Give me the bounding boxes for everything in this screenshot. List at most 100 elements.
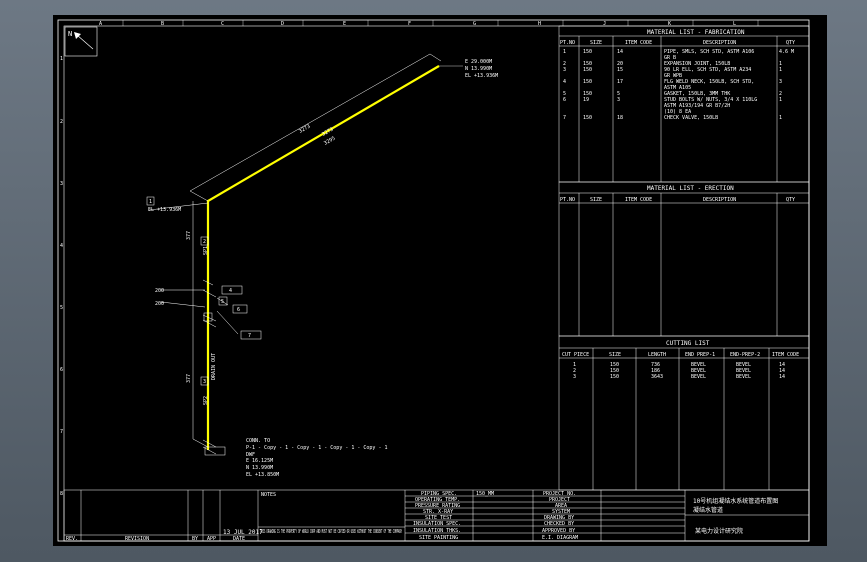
disclaimer-text: THIS DRAWING IS THE PROPERTY OF WORLD CO… [260, 529, 402, 535]
fab-cell-size: 150 [583, 115, 592, 121]
table-header: QTY [786, 197, 795, 203]
grid-label-top: G [473, 21, 476, 27]
grid-label-left: 3 [60, 181, 63, 187]
pipe-route[interactable] [148, 53, 463, 455]
fab-cell-size: 150 [583, 79, 592, 85]
table-header: ITEM CODE [772, 352, 799, 358]
continuation-note: CONN. TO [246, 438, 270, 444]
fab-cell-no: 4 [563, 79, 566, 85]
table-header: SIZE [590, 40, 602, 46]
cad-viewport[interactable]: A B C D E F G H J K L 1 2 3 4 5 6 7 8 N … [0, 0, 867, 562]
side-label: 200 [155, 288, 164, 294]
item-tags[interactable] [146, 196, 262, 456]
dimension-text: 3273 [298, 124, 311, 135]
fab-cell-qty: 1 [779, 67, 782, 73]
table-header: PT.NO [560, 40, 575, 46]
coord-bottom: EL +13.850M [246, 472, 279, 478]
dimension-text: 377 [186, 374, 192, 383]
fab-cell-no: 6 [563, 97, 566, 103]
grid-label-left: 7 [60, 429, 63, 435]
table-header: ITEM CODE [625, 197, 652, 203]
rev-header: BY [192, 536, 198, 542]
grid-label-top: E [343, 21, 346, 27]
spec-label: SITE PAINTING [419, 535, 458, 541]
coord-top: N 13.990M [465, 66, 492, 72]
spec-value: 150_MM [476, 491, 494, 497]
rev-header: APP [207, 536, 216, 542]
dimension-text: 3295 [323, 136, 336, 147]
pipe-id-label: DRAIN OUT [211, 353, 217, 380]
cutting-title: CUTTING LIST [666, 340, 710, 347]
table-header: SIZE [609, 352, 621, 358]
grid-label-top: B [161, 21, 164, 27]
coord-bottom: E 16.125M [246, 458, 273, 464]
company-name: 某电力设计研究院 [695, 527, 743, 535]
isometric-drawing[interactable]: A B C D E F G H J K L 1 2 3 4 5 6 7 8 N … [53, 15, 827, 546]
coord-left-el: EL +13.936M [148, 207, 181, 213]
spool-label: SP1 [203, 246, 209, 255]
grid-label-top: H [538, 21, 541, 27]
project-label: CHECKED BY [544, 521, 574, 527]
item-tag: 4 [229, 288, 232, 294]
table-header: DESCRIPTION [703, 40, 736, 46]
item-tag: 6 [237, 307, 240, 313]
fabrication-rows: 1 150 14 4.6 MPIPE, SMLS, SCH STD, ASTM A10… [563, 49, 794, 121]
coord-top: EL +13.936M [465, 73, 498, 79]
fab-cell-code: 18 [617, 115, 623, 121]
fab-cell-desc: CHECK VALVE, 150LB [664, 115, 718, 121]
table-header: SIZE [590, 197, 602, 203]
grid-label-top: F [408, 21, 411, 27]
item-tag: 5 [221, 299, 224, 305]
material-erection-table [558, 181, 810, 337]
spec-label: INSULATION THKS. [413, 528, 461, 534]
drawing-sheet: A B C D E F G H J K L 1 2 3 4 5 6 7 8 N … [53, 15, 827, 546]
rev-header: DATE [233, 536, 245, 542]
grid-label-left: 1 [60, 56, 63, 62]
fab-cell-desc: PIPE, SMLS, SCH STD, ASTM A106 [664, 49, 754, 55]
table-header: QTY [786, 40, 795, 46]
table-header: END-PREP-2 [730, 352, 760, 358]
table-header: LENGTH [648, 352, 666, 358]
grid-label-left: 8 [60, 491, 63, 497]
grid-label-left: 4 [60, 243, 63, 249]
cut-cell-size: 150 [610, 374, 619, 380]
table-header: CUT PIECE [562, 352, 589, 358]
fab-cell-no: 3 [563, 67, 566, 73]
north-arrow: N [64, 26, 98, 57]
grid-label-left: 2 [60, 119, 63, 125]
project-label: E.I. DIAGRAM [542, 535, 578, 541]
fab-cell-size: 150 [583, 49, 592, 55]
fab-cell-qty: 3 [779, 79, 782, 85]
cut-cell-endprep2: BEVEL [736, 374, 751, 380]
drawing-date: 13 JUL 2017 [223, 529, 263, 536]
company-title: 10号机组凝结水系统管道布置图 [693, 497, 778, 505]
table-header: END PREP-1 [685, 352, 715, 358]
spec-label: INSULATION SPEC. [413, 521, 461, 527]
fab-cell-size: 19 [583, 97, 589, 103]
fab-cell-size: 150 [583, 67, 592, 73]
rev-header: REV. [66, 536, 78, 542]
grid-label-top: C [221, 21, 224, 27]
continuation-note: DWF [246, 452, 255, 458]
fab-cell-code: 14 [617, 49, 623, 55]
spool-label: SP2 [203, 396, 209, 405]
fab-cell-qty: 1 [779, 97, 782, 103]
cutting-list-table [558, 335, 810, 491]
cut-cell-endprep1: BEVEL [691, 374, 706, 380]
cut-cell-code: 14 [779, 374, 785, 380]
fab-cell-code: 15 [617, 67, 623, 73]
project-label: APPROVED BY [542, 528, 575, 534]
rev-header: REVISION [125, 536, 149, 542]
north-label: N [68, 30, 72, 38]
company-title: 凝结水管道 [693, 506, 723, 514]
erection-title: MATERIAL LIST - ERECTION [647, 185, 734, 192]
notes-label: NOTES [261, 492, 276, 498]
item-tag: 2 [203, 239, 206, 245]
grid-top [122, 20, 759, 26]
grid-label-left: 5 [60, 305, 63, 311]
continuation-note: P-1 - Copy - 1 - Copy - 1 - Copy - 1 - C… [246, 445, 387, 451]
fab-cell-code: 17 [617, 79, 623, 85]
table-header: PT.NO [560, 197, 575, 203]
grid-label-top: A [99, 21, 102, 27]
fab-cell-qty: 1 [779, 115, 782, 121]
